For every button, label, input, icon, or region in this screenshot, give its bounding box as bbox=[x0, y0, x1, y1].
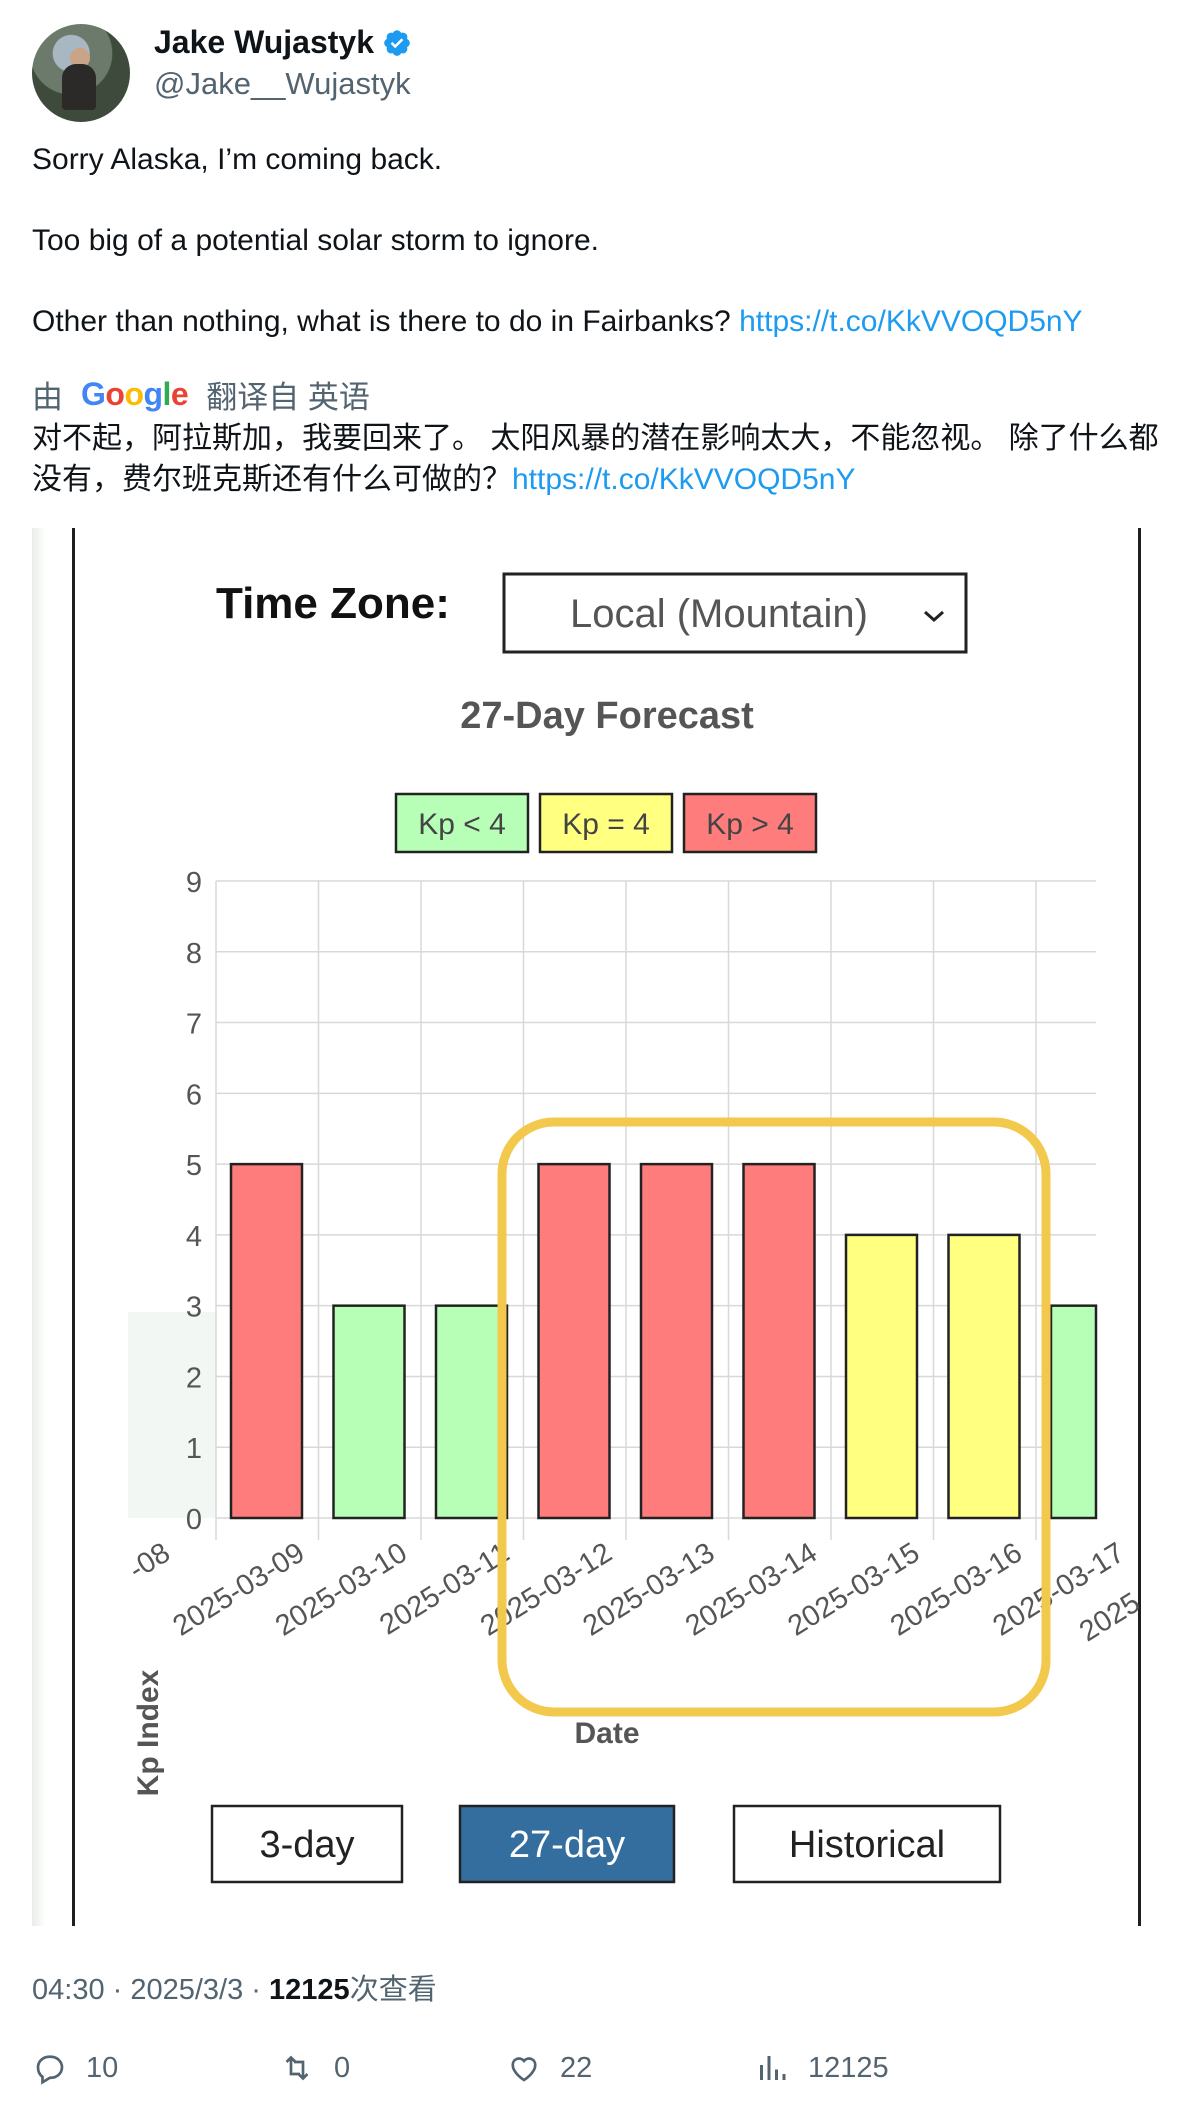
clipped-bar-left bbox=[128, 1312, 216, 1518]
bar bbox=[332, 1304, 406, 1520]
views-count: 12125 bbox=[808, 2051, 889, 2084]
translated-link[interactable]: https://t.co/KkVVOQD5nY bbox=[512, 463, 855, 496]
bar bbox=[1049, 1304, 1098, 1520]
reply-button[interactable]: 10 bbox=[32, 2050, 118, 2086]
retweet-icon bbox=[285, 2055, 309, 2081]
y-axis-label: Kp Index bbox=[132, 1669, 165, 1796]
timezone-label: Time Zone: bbox=[216, 579, 450, 628]
tweet-line-2: Too big of a potential solar storm to ig… bbox=[32, 224, 599, 257]
views-button[interactable]: 12125 bbox=[754, 2050, 889, 2086]
y-tick-label: 8 bbox=[186, 938, 202, 970]
bar bbox=[742, 1162, 816, 1520]
bar bbox=[947, 1233, 1021, 1520]
y-tick-label: 7 bbox=[186, 1009, 202, 1041]
forecast-chart: Time Zone: Local (Mountain) 27-Day Forec… bbox=[123, 572, 1146, 1884]
bar bbox=[434, 1304, 509, 1520]
tweet-media-image[interactable]: Time Zone: Local (Mountain) 27-Day Forec… bbox=[32, 528, 1152, 1926]
y-axis-ticks: 0 1 2 3 4 5 6 7 8 9 bbox=[186, 867, 202, 1536]
legend-item-label: Kp = 4 bbox=[562, 808, 650, 841]
retweet-button[interactable]: 0 bbox=[278, 2050, 350, 2086]
y-tick-label: 0 bbox=[186, 1504, 202, 1536]
like-count: 22 bbox=[560, 2051, 593, 2084]
legend-item-label: Kp < 4 bbox=[418, 808, 506, 841]
translation-prefix: 由 bbox=[32, 380, 63, 415]
analytics-icon bbox=[760, 2056, 786, 2080]
timezone-value: Local (Mountain) bbox=[570, 592, 868, 636]
tweet-text: Sorry Alaska, I’m coming back. Too big o… bbox=[32, 140, 1182, 383]
heart-icon bbox=[511, 2057, 537, 2082]
retweet-count: 0 bbox=[334, 2051, 351, 2084]
translated-text: 对不起，阿拉斯加，我要回来了。 太阳风暴的潜在影响太大，不能忽视。 除了什么都没… bbox=[32, 418, 1172, 500]
display-name[interactable]: Jake Wujastyk bbox=[154, 24, 374, 61]
view-count: 12125 bbox=[269, 1974, 350, 2006]
chart-legend: Kp < 4 Kp = 4 Kp > 4 bbox=[394, 792, 818, 854]
y-tick-label: 9 bbox=[186, 867, 202, 899]
chart-title: 27-Day Forecast bbox=[460, 695, 754, 737]
range-button-label: 3-day bbox=[259, 1824, 354, 1866]
y-tick-label: 4 bbox=[186, 1221, 202, 1253]
view-suffix: 次查看 bbox=[349, 1974, 437, 2006]
tweet-link[interactable]: https://t.co/KkVVOQD5nY bbox=[739, 305, 1082, 338]
tweet-date[interactable]: 2025/3/3 bbox=[130, 1974, 243, 2006]
y-tick-label: 5 bbox=[186, 1150, 202, 1182]
y-tick-label: 1 bbox=[186, 1433, 202, 1465]
range-button-27-day[interactable]: 27-day bbox=[458, 1804, 676, 1884]
y-tick-label: 6 bbox=[186, 1079, 202, 1111]
tweet-time[interactable]: 04:30 bbox=[32, 1974, 105, 2006]
chart-bars bbox=[229, 1162, 1098, 1520]
legend-item-label: Kp > 4 bbox=[706, 808, 794, 841]
range-buttons: 3-day 27-day Historical bbox=[210, 1804, 1002, 1884]
bar bbox=[229, 1162, 304, 1520]
range-button-historical[interactable]: Historical bbox=[732, 1804, 1002, 1884]
google-logo-icon: Google bbox=[81, 376, 189, 412]
reply-count: 10 bbox=[86, 2051, 119, 2084]
like-button[interactable]: 22 bbox=[506, 2050, 592, 2086]
avatar[interactable] bbox=[32, 24, 130, 122]
author-handle[interactable]: @Jake__Wujastyk bbox=[154, 66, 411, 102]
range-button-3-day[interactable]: 3-day bbox=[210, 1804, 404, 1884]
range-button-label: Historical bbox=[789, 1824, 945, 1866]
x-axis-label: Date bbox=[574, 1717, 639, 1750]
x-tick-label-clipped: -08 bbox=[123, 1537, 176, 1586]
tweet-line-3: Other than nothing, what is there to do … bbox=[32, 302, 1182, 342]
bar bbox=[639, 1162, 714, 1520]
author-row: Jake Wujastyk bbox=[154, 24, 412, 61]
bar bbox=[537, 1162, 611, 1520]
bar bbox=[844, 1233, 919, 1520]
tweet-meta: 04:30 · 2025/3/3 · 12125次查看 bbox=[32, 1974, 437, 2006]
y-tick-label: 3 bbox=[186, 1292, 202, 1324]
range-button-label: 27-day bbox=[509, 1824, 625, 1866]
tweet-actions: 10 0 22 12125 bbox=[32, 2050, 1172, 2100]
translation-attribution: 由 Google 翻译自 英语 bbox=[32, 372, 370, 417]
timezone-select[interactable]: Local (Mountain) bbox=[502, 572, 968, 654]
verified-badge-icon bbox=[384, 29, 410, 56]
tweet-line-3-text: Other than nothing, what is there to do … bbox=[32, 305, 731, 338]
translation-suffix: 翻译自 英语 bbox=[206, 380, 370, 415]
avatar-body bbox=[62, 64, 96, 110]
y-tick-label: 2 bbox=[186, 1362, 202, 1394]
reply-icon bbox=[36, 2055, 64, 2085]
x-axis-ticks: 2025-03-092025-03-102025-03-112025-03-12… bbox=[123, 1537, 1146, 1648]
tweet-line-1: Sorry Alaska, I’m coming back. bbox=[32, 143, 443, 176]
x-tick-label-clipped: 2025 bbox=[1074, 1587, 1146, 1648]
